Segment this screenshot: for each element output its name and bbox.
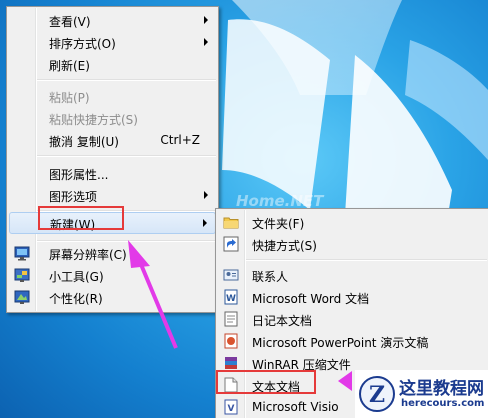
submenu-arrow-icon xyxy=(204,38,208,46)
annotation-highlight-text-document xyxy=(216,370,316,394)
svg-text:W: W xyxy=(226,294,236,304)
menu-item-label: 小工具(G) xyxy=(49,270,104,284)
menu-item-paste: 粘贴(P) xyxy=(9,85,216,107)
menu-item-label: 粘贴(P) xyxy=(49,91,90,105)
menu-item-label: 排序方式(O) xyxy=(49,37,116,51)
menu-item-gadgets[interactable]: 小工具(G) xyxy=(9,264,216,286)
desktop-context-menu: 查看(V) 排序方式(O) 刷新(E) 粘贴(P) 粘贴快捷方式(S) 撤消 复… xyxy=(6,6,219,313)
submenu-arrow-icon xyxy=(204,16,208,24)
submenu-arrow-icon xyxy=(203,219,207,227)
svg-text:V: V xyxy=(228,404,235,414)
word-icon: W xyxy=(223,289,239,305)
menu-item-personalize[interactable]: 个性化(R) xyxy=(9,286,216,308)
menu-item-screen-resolution[interactable]: 屏幕分辨率(C) xyxy=(9,242,216,264)
new-journal-document-item[interactable]: 日记本文档 xyxy=(218,308,487,330)
folder-icon xyxy=(223,214,239,230)
shortcut-icon xyxy=(223,236,239,252)
new-shortcut-item[interactable]: 快捷方式(S) xyxy=(218,233,487,255)
new-word-document-item[interactable]: W Microsoft Word 文档 xyxy=(218,286,487,308)
menu-item-label: 日记本文档 xyxy=(252,314,313,328)
journal-icon xyxy=(223,311,239,327)
menu-item-label: 个性化(R) xyxy=(49,292,103,306)
menu-separator xyxy=(37,155,216,157)
menu-item-label: 联系人 xyxy=(252,270,289,284)
menu-item-label: 屏幕分辨率(C) xyxy=(49,248,127,262)
new-powerpoint-item[interactable]: Microsoft PowerPoint 演示文稿 xyxy=(218,330,487,352)
svg-text:Z: Z xyxy=(369,382,385,408)
new-contact-item[interactable]: 联系人 xyxy=(218,264,487,286)
site-logo-title: 这里教程网 xyxy=(399,379,484,399)
contact-icon xyxy=(223,267,239,283)
menu-item-label: 撤消 复制(U) xyxy=(49,135,119,149)
menu-item-label: Microsoft Visio xyxy=(252,400,339,414)
submenu-arrow-icon xyxy=(204,191,208,199)
site-logo-icon: Z xyxy=(359,376,395,412)
menu-item-label: 查看(V) xyxy=(49,15,91,29)
menu-item-refresh[interactable]: 刷新(E) xyxy=(9,53,216,75)
menu-item-graphics-options[interactable]: 图形选项 xyxy=(9,184,216,206)
menu-item-graphics-properties[interactable]: 图形属性... xyxy=(9,162,216,184)
menu-item-undo-copy[interactable]: 撤消 复制(U) Ctrl+Z xyxy=(9,129,216,151)
menu-item-shortcut: Ctrl+Z xyxy=(160,133,200,147)
site-logo: Z 这里教程网 herecours.com xyxy=(355,370,488,418)
menu-item-label: 快捷方式(S) xyxy=(252,239,317,253)
annotation-highlight-new xyxy=(38,206,124,230)
menu-item-view[interactable]: 查看(V) xyxy=(9,9,216,31)
personalize-icon xyxy=(14,289,30,305)
visio-icon: V xyxy=(223,399,239,415)
menu-item-label: 粘贴快捷方式(S) xyxy=(49,113,138,127)
menu-item-sort-by[interactable]: 排序方式(O) xyxy=(9,31,216,53)
display-settings-icon xyxy=(14,245,30,261)
menu-item-label: 文件夹(F) xyxy=(252,217,305,231)
powerpoint-icon xyxy=(223,333,239,349)
menu-item-label: 图形属性... xyxy=(49,168,109,182)
menu-item-label: 图形选项 xyxy=(49,190,98,204)
menu-item-label: Microsoft Word 文档 xyxy=(252,292,370,306)
menu-separator xyxy=(37,79,216,81)
new-folder-item[interactable]: 文件夹(F) xyxy=(218,211,487,233)
menu-item-label: 刷新(E) xyxy=(49,59,90,73)
menu-separator xyxy=(246,259,487,261)
winrar-icon xyxy=(223,355,239,371)
menu-item-paste-shortcut: 粘贴快捷方式(S) xyxy=(9,107,216,129)
site-logo-url: herecours.com xyxy=(401,398,485,409)
menu-item-label: Microsoft PowerPoint 演示文稿 xyxy=(252,336,429,350)
gadgets-icon xyxy=(14,267,30,283)
